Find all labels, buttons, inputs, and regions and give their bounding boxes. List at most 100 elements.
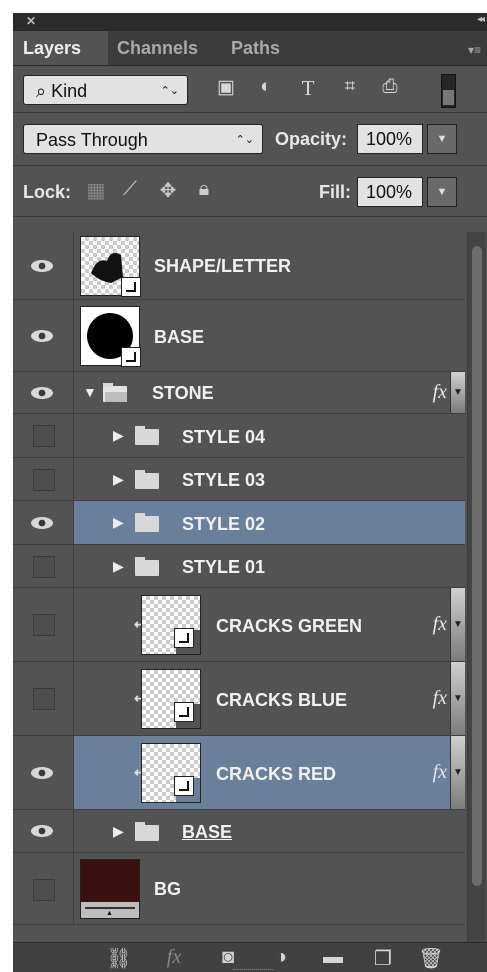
smart-object-icon (174, 702, 194, 722)
layer-row[interactable]: ▲ BG (13, 853, 465, 925)
fill-input[interactable]: 100% (357, 177, 423, 207)
expand-triangle-icon[interactable]: ▼ (83, 384, 97, 400)
visibility-cell[interactable] (13, 736, 74, 809)
folder-icon (135, 470, 159, 489)
lock-transparency-icon[interactable]: ▦ (83, 178, 109, 203)
layer-name: STONE (152, 383, 214, 403)
mask-icon[interactable]: ◙ (215, 946, 241, 969)
effects-expand-icon[interactable]: ▼ (450, 662, 465, 735)
collapse-icon[interactable]: ◂◂ (477, 14, 485, 25)
expand-triangle-icon[interactable]: ▶ (113, 514, 124, 531)
folder-icon (135, 557, 159, 576)
visibility-off-box[interactable] (33, 614, 55, 636)
fx-icon[interactable]: fx (433, 381, 447, 404)
panel-titlebar: ✕ ◂◂ (13, 13, 487, 31)
visibility-cell[interactable] (13, 853, 74, 924)
visibility-off-box[interactable] (33, 688, 55, 710)
tab-layers[interactable]: Layers (13, 31, 108, 65)
layer-thumbnail (80, 236, 141, 297)
fx-icon[interactable]: fx (161, 946, 187, 969)
new-layer-icon[interactable]: ❐ (370, 946, 396, 971)
layer-row[interactable]: BASE (13, 300, 465, 372)
adjustment-icon[interactable]: ◑ (268, 946, 294, 969)
expand-triangle-icon[interactable]: ▶ (113, 823, 124, 840)
visibility-cell[interactable] (13, 458, 74, 500)
visibility-off-box[interactable] (33, 556, 55, 578)
expand-triangle-icon[interactable]: ▶ (113, 471, 124, 488)
eye-icon[interactable] (30, 329, 54, 343)
layers-scrollbar[interactable] (467, 232, 486, 942)
group-icon[interactable]: ▬ (320, 946, 346, 969)
blend-mode-select[interactable]: Pass Through ⌃⌄ (23, 124, 263, 154)
eye-icon[interactable] (30, 766, 54, 780)
visibility-off-box[interactable] (33, 879, 55, 901)
scrollbar-thumb[interactable] (472, 246, 482, 886)
shape-filter-icon[interactable]: ⌗ (337, 76, 363, 98)
layer-group-row[interactable]: ▼ STONE fx ▼ (13, 372, 465, 414)
filter-toggle-knob (443, 90, 454, 105)
layer-group-row[interactable]: ▶ STYLE 02 (13, 501, 465, 545)
layer-row[interactable]: ↵ CRACKS BLUE fx ▼ (13, 662, 465, 736)
visibility-cell[interactable] (13, 545, 74, 587)
smart-object-filter-icon[interactable]: ⎙ (377, 76, 403, 98)
tab-paths[interactable]: Paths (231, 31, 280, 65)
visibility-cell[interactable] (13, 662, 74, 735)
layer-name: CRACKS GREEN (216, 616, 363, 636)
select-arrows-icon: ⌃⌄ (235, 134, 254, 146)
close-icon[interactable]: ✕ (26, 14, 36, 28)
eye-icon[interactable] (30, 259, 54, 273)
fx-icon[interactable]: fx (433, 687, 447, 710)
layer-group-row[interactable]: ▶ STYLE 01 (13, 545, 465, 588)
smart-object-icon (174, 776, 194, 796)
visibility-cell[interactable] (13, 810, 74, 852)
fx-icon[interactable]: fx (433, 613, 447, 636)
layer-group-row[interactable]: ▶ BASE (13, 810, 465, 853)
layer-group-row[interactable]: ▶ STYLE 03 (13, 458, 465, 501)
visibility-cell[interactable] (13, 300, 74, 371)
effects-expand-icon[interactable]: ▼ (450, 736, 465, 809)
layer-row[interactable]: SHAPE/LETTER (13, 232, 465, 300)
visibility-off-box[interactable] (33, 469, 55, 491)
lock-position-icon[interactable]: ✥ (155, 178, 181, 203)
filter-row: ⌕ Kind ⌃⌄ ▣ ◐ T ⌗ ⎙ (13, 66, 487, 113)
eye-icon[interactable] (30, 386, 54, 400)
opacity-dropdown[interactable]: ▼ (427, 124, 457, 154)
visibility-cell[interactable] (13, 414, 74, 457)
adjustment-filter-icon[interactable]: ◐ (253, 76, 279, 98)
fx-icon[interactable]: fx (433, 761, 447, 784)
lock-all-icon[interactable]: 🔒︎ (191, 178, 217, 201)
lock-paint-icon[interactable]: ⟋ (117, 178, 143, 201)
visibility-cell[interactable] (13, 501, 74, 544)
effects-expand-icon[interactable]: ▼ (450, 372, 465, 413)
visibility-off-box[interactable] (33, 425, 55, 447)
layer-group-row[interactable]: ▶ STYLE 04 (13, 414, 465, 458)
eye-icon[interactable] (30, 516, 54, 530)
trash-icon[interactable]: 🗑︎ (418, 946, 444, 971)
effects-expand-icon[interactable]: ▼ (450, 588, 465, 661)
panel-menu-icon[interactable]: ▾≡ (468, 43, 481, 57)
fill-dropdown[interactable]: ▼ (427, 177, 457, 207)
eye-icon[interactable] (30, 824, 54, 838)
tab-channels[interactable]: Channels (117, 31, 198, 65)
type-filter-icon[interactable]: T (295, 76, 321, 101)
layer-name: BASE (154, 327, 205, 347)
layer-thumbnail (141, 669, 201, 729)
expand-triangle-icon[interactable]: ▶ (113, 558, 124, 575)
fill-label: Fill: (319, 182, 351, 202)
link-icon[interactable]: ⛓︎ (106, 946, 132, 971)
folder-icon (135, 822, 159, 841)
smart-object-icon (174, 628, 194, 648)
pixel-filter-icon[interactable]: ▣ (213, 76, 239, 99)
layer-thumbnail (141, 743, 201, 803)
opacity-input[interactable]: 100% (357, 124, 423, 154)
expand-triangle-icon[interactable]: ▶ (113, 427, 124, 444)
layer-row[interactable]: ↵ CRACKS GREEN fx ▼ (13, 588, 465, 662)
visibility-cell[interactable] (13, 588, 74, 661)
layer-row[interactable]: ↵ CRACKS RED fx ▼ (13, 736, 465, 810)
filter-toggle-switch[interactable] (441, 74, 456, 108)
filter-kind-select[interactable]: ⌕ Kind ⌃⌄ (23, 75, 188, 105)
visibility-cell[interactable] (13, 232, 74, 299)
layers-list: SHAPE/LETTER BASE ▼ STONE fx ▼ ▶ STYLE 0… (13, 232, 465, 942)
visibility-cell[interactable] (13, 372, 74, 413)
gradient-stop-icon: ▲ (106, 910, 113, 917)
